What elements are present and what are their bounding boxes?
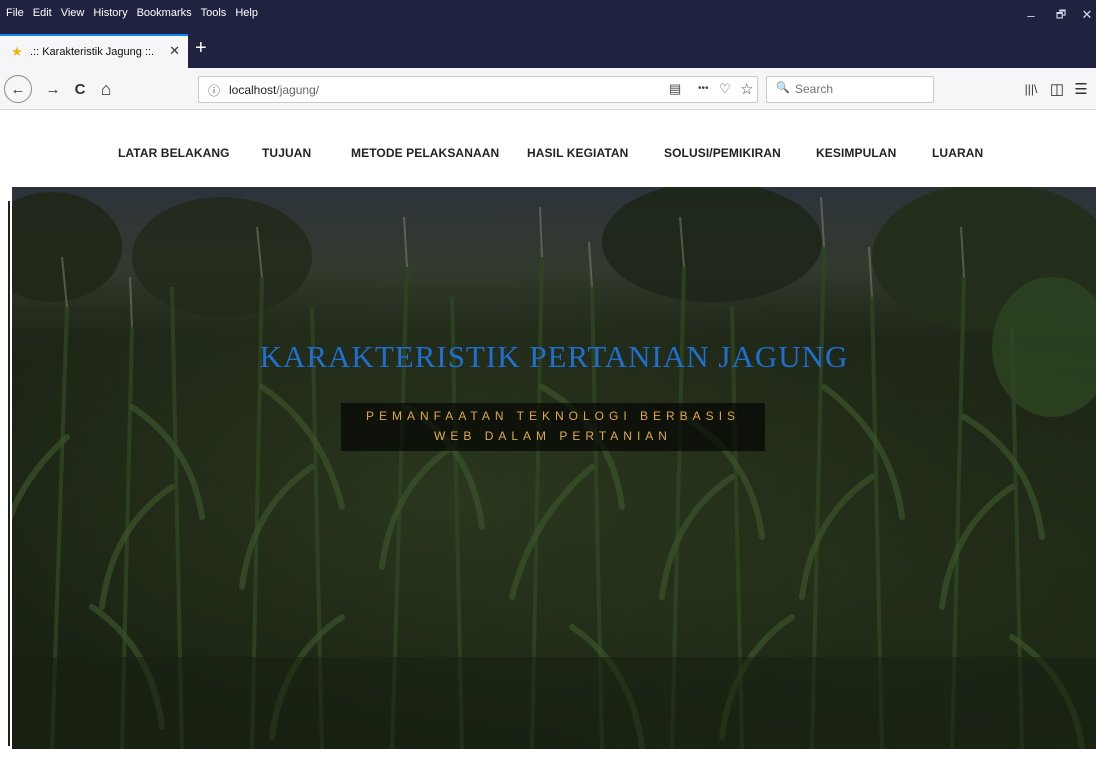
sidebar-icon: ◫	[1049, 81, 1065, 98]
nav-link-solusi-pemikiran[interactable]: SOLUSI/PEMIKIRAN	[664, 146, 781, 160]
hamburger-menu-icon: ☰	[1074, 81, 1088, 98]
back-arrow-icon: ←	[10, 80, 26, 98]
menu-items: File Edit View History Bookmarks Tools H…	[6, 7, 258, 19]
home-button[interactable]: ⌂	[93, 76, 119, 102]
reader-view-icon[interactable]: ▤	[669, 81, 681, 97]
navigation-toolbar: ← → C ⌂ ⓘ localhost/jagung/ ▤ ••• ♡ ☆ 🔍 …	[0, 68, 1096, 110]
sidebar-button[interactable]: ◫	[1044, 76, 1070, 102]
library-button[interactable]: |||\	[1018, 76, 1044, 102]
hero-title: KARAKTERISTIK PERTANIAN JAGUNG	[259, 339, 849, 374]
nav-link-metode-pelaksanaan[interactable]: METODE PELAKSANAAN	[351, 146, 499, 160]
hero-banner: KARAKTERISTIK PERTANIAN JAGUNG PEMANFAAT…	[12, 187, 1096, 749]
search-bar[interactable]: 🔍	[766, 76, 934, 103]
close-window-button[interactable]: ✕	[1072, 4, 1096, 26]
page-content: LATAR BELAKANG TUJUAN METODE PELAKSANAAN…	[0, 111, 1096, 763]
nav-link-tujuan[interactable]: TUJUAN	[262, 146, 311, 160]
hero-subtitle-line-2: WEB DALAM PERTANIAN	[434, 429, 672, 443]
reload-button[interactable]: C	[67, 76, 93, 102]
star-favicon-icon: ★	[11, 44, 23, 59]
forward-arrow-icon: →	[45, 80, 61, 98]
minimize-button[interactable]: –	[1016, 4, 1046, 26]
home-icon: ⌂	[100, 78, 112, 99]
nav-link-latar-belakang[interactable]: LATAR BELAKANG	[118, 146, 230, 160]
close-icon: ✕	[1081, 7, 1093, 22]
nav-link-kesimpulan[interactable]: KESIMPULAN	[816, 146, 896, 160]
hero-overlay	[12, 187, 1096, 749]
url-text[interactable]: localhost/jagung/	[229, 83, 319, 97]
more-actions-icon[interactable]: •••	[698, 83, 709, 94]
tab-close-icon[interactable]: ✕	[169, 43, 180, 59]
tab-strip: ★ .:: Karakteristik Jagung ::. ✕	[0, 30, 1096, 68]
open-menu-button[interactable]: ☰	[1068, 76, 1094, 102]
tab-active[interactable]: ★ .:: Karakteristik Jagung ::. ✕	[0, 34, 188, 68]
hero-subtitle-box: PEMANFAATAN TEKNOLOGI BERBASIS WEB DALAM…	[341, 403, 765, 451]
menu-bookmarks[interactable]: Bookmarks	[137, 7, 192, 19]
new-tab-button[interactable]: +	[195, 38, 207, 58]
info-icon[interactable]: ⓘ	[208, 82, 220, 99]
search-input[interactable]	[795, 82, 925, 96]
url-host: localhost	[229, 83, 277, 97]
search-icon: 🔍	[776, 82, 790, 94]
menu-bar: File Edit View History Bookmarks Tools H…	[0, 0, 1096, 30]
tab-title: .:: Karakteristik Jagung ::.	[30, 46, 155, 58]
url-path: /jagung/	[276, 83, 320, 97]
menu-file[interactable]: File	[6, 7, 24, 19]
nav-link-hasil-kegiatan[interactable]: HASIL KEGIATAN	[527, 146, 628, 160]
forward-button[interactable]: →	[40, 76, 66, 102]
hero-subtitle-line-1: PEMANFAATAN TEKNOLOGI BERBASIS	[365, 409, 741, 423]
menu-view[interactable]: View	[61, 7, 85, 19]
pocket-icon[interactable]: ♡	[719, 81, 731, 97]
bookmark-star-icon[interactable]: ☆	[740, 80, 753, 98]
library-icon: |||\	[1024, 82, 1038, 96]
reload-icon: C	[74, 80, 86, 98]
menu-edit[interactable]: Edit	[33, 7, 52, 19]
menu-history[interactable]: History	[93, 7, 127, 19]
left-border-line	[8, 201, 10, 746]
minimize-icon: –	[1027, 7, 1035, 23]
restore-icon: 🗗	[1055, 8, 1067, 21]
back-button[interactable]: ←	[4, 75, 32, 103]
nav-link-luaran[interactable]: LUARAN	[932, 146, 983, 160]
menu-help[interactable]: Help	[235, 7, 258, 19]
menu-tools[interactable]: Tools	[201, 7, 227, 19]
site-navigation: LATAR BELAKANG TUJUAN METODE PELAKSANAAN…	[0, 111, 1096, 187]
url-bar[interactable]: ⓘ localhost/jagung/ ▤ ••• ♡ ☆	[198, 76, 758, 103]
